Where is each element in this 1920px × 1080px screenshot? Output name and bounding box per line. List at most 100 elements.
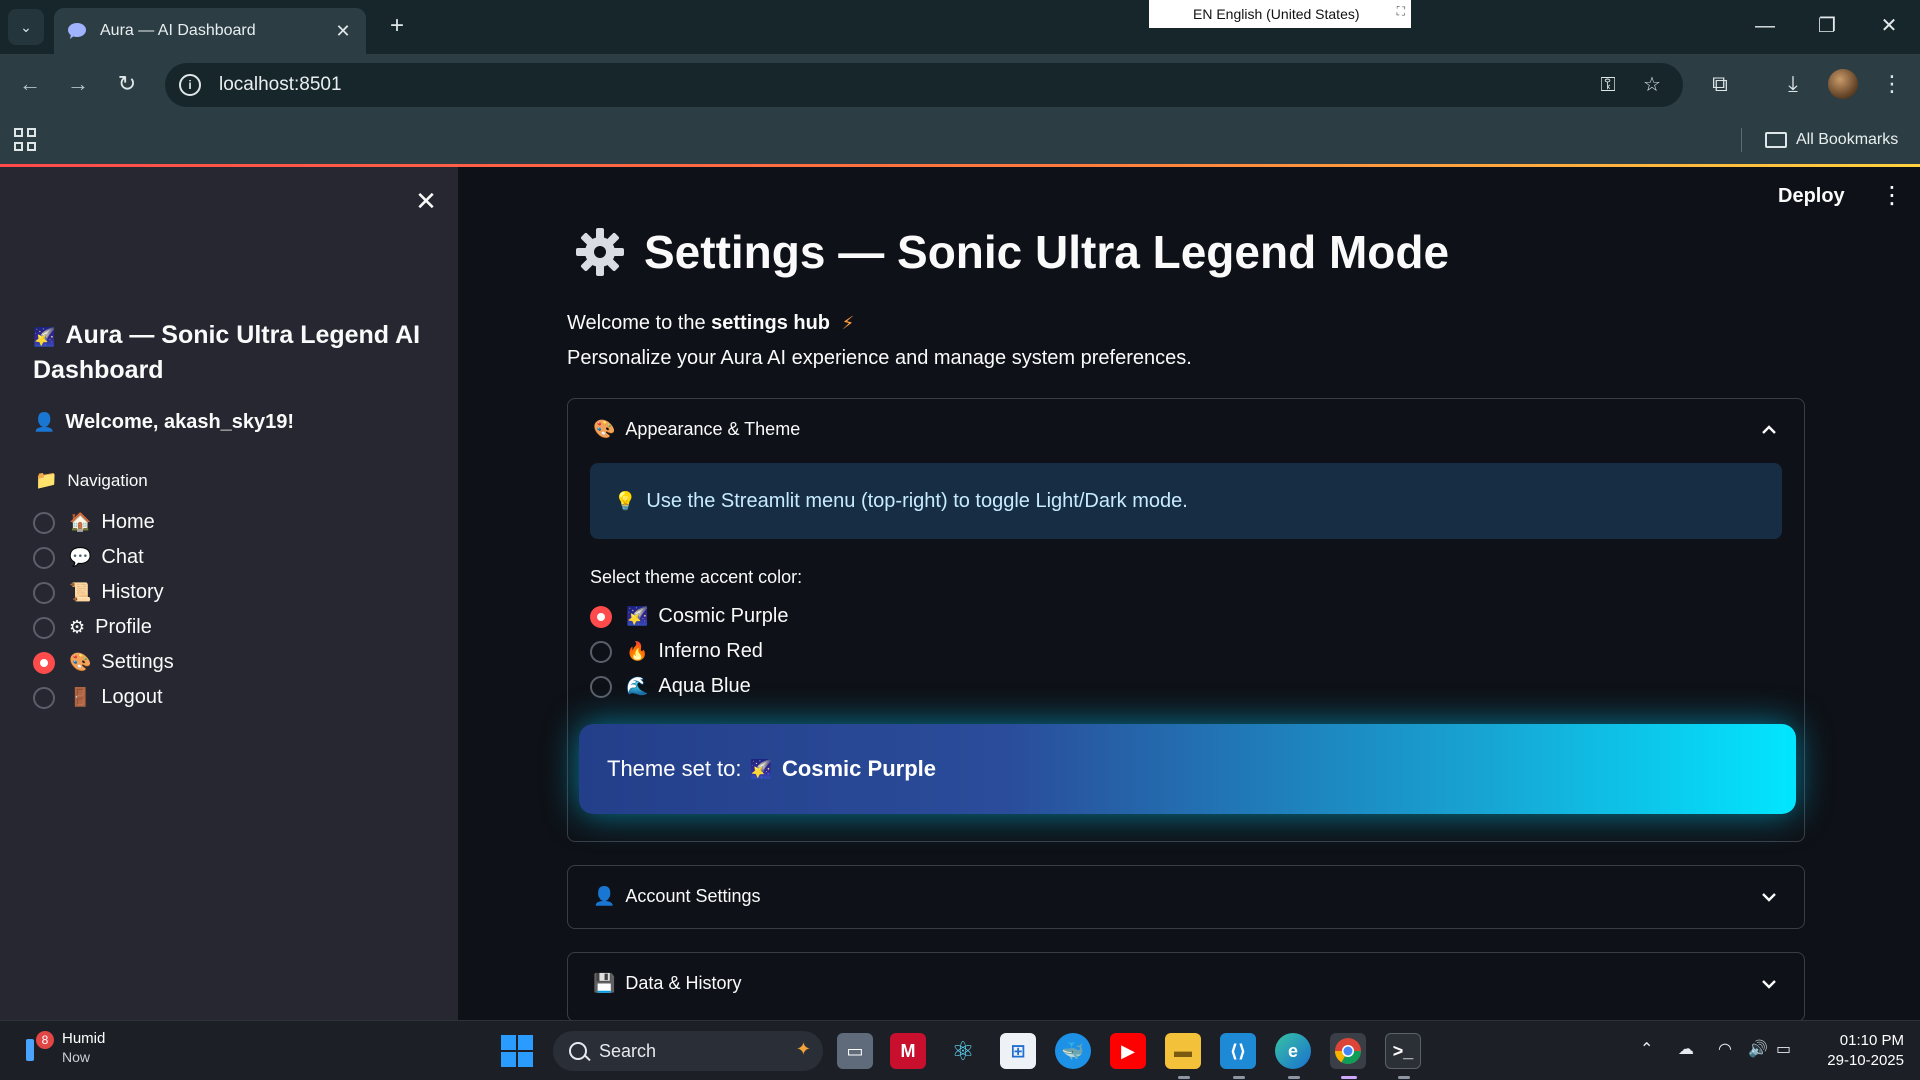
intro-line-2: Personalize your Aura AI experience and … xyxy=(567,347,1192,369)
restore-button[interactable]: ❐ xyxy=(1813,12,1841,40)
radio-button[interactable] xyxy=(590,640,612,663)
floppy-disk-icon: 💾 xyxy=(593,973,616,994)
radio-button[interactable] xyxy=(33,511,55,534)
forward-button[interactable]: → xyxy=(62,68,94,100)
vscode-icon[interactable]: ⟨⟩ xyxy=(1220,1033,1256,1069)
address-bar[interactable]: i localhost:8501 ⚿ ☆ xyxy=(165,63,1683,107)
chrome-icon[interactable] xyxy=(1330,1033,1366,1069)
reload-button[interactable]: ↻ xyxy=(111,68,143,100)
deploy-button[interactable]: Deploy xyxy=(1778,185,1845,208)
radio-button[interactable] xyxy=(33,616,55,639)
weather-badge: 8 xyxy=(36,1031,54,1049)
theme-result-banner: Theme set to: 🌠 Cosmic Purple xyxy=(579,724,1796,814)
palette-icon: 🎨 xyxy=(69,652,92,673)
sidebar-close-icon[interactable]: ✕ xyxy=(410,185,442,217)
navigation-label: 📁 Navigation xyxy=(35,470,148,491)
all-bookmarks-button[interactable]: All Bookmarks xyxy=(1765,128,1898,152)
nav-item-label: Logout xyxy=(101,686,163,708)
windows-start-icon[interactable] xyxy=(501,1035,533,1067)
edge-icon[interactable]: e xyxy=(1275,1033,1311,1069)
password-key-icon[interactable]: ⚿ xyxy=(1593,70,1623,100)
appearance-expander-header[interactable]: 🎨 Appearance & Theme xyxy=(593,419,800,440)
nav-item-label: Settings xyxy=(101,651,174,673)
docker-icon[interactable]: 🐳 xyxy=(1055,1033,1091,1069)
running-indicator xyxy=(1288,1076,1300,1079)
radio-button-selected[interactable] xyxy=(33,651,55,674)
user-icon: 👤 xyxy=(593,886,616,907)
terminal-icon[interactable]: >_ xyxy=(1385,1033,1421,1069)
apps-grid-icon[interactable] xyxy=(14,128,38,152)
download-icon[interactable]: ⤓ xyxy=(1777,68,1809,100)
site-info-icon[interactable]: i xyxy=(179,74,201,96)
battery-icon[interactable]: ▭ xyxy=(1776,1039,1791,1059)
radio-button[interactable] xyxy=(33,686,55,709)
nav-item-profile[interactable]: ⚙ Profile xyxy=(33,610,174,645)
data-history-expander[interactable]: 💾 Data & History xyxy=(567,952,1805,1022)
chevron-up-icon[interactable] xyxy=(1760,421,1778,439)
accent-radio-group: 🌠 Cosmic Purple 🔥 Inferno Red 🌊 Aqua Blu… xyxy=(590,599,788,704)
nav-item-label: Profile xyxy=(95,616,152,638)
tab-close-icon[interactable]: ✕ xyxy=(332,21,354,42)
radio-button[interactable] xyxy=(33,581,55,604)
account-expander-header[interactable]: 👤 Account Settings xyxy=(593,886,761,907)
data-history-expander-header[interactable]: 💾 Data & History xyxy=(593,973,741,994)
sidebar: ✕ 🌠 Aura — Sonic Ultra Legend AI Dashboar… xyxy=(0,167,458,1020)
theme-option-aqua-blue[interactable]: 🌊 Aqua Blue xyxy=(590,669,788,704)
react-icon[interactable]: ⚛ xyxy=(945,1033,981,1069)
clock-time: 01:10 PM xyxy=(1839,1032,1904,1049)
streamlit-app: ✕ 🌠 Aura — Sonic Ultra Legend AI Dashboar… xyxy=(0,167,1920,1022)
language-indicator[interactable]: EN English (United States) ⛶ xyxy=(1149,0,1411,28)
language-label: EN English (United States) xyxy=(1193,6,1360,22)
tab-search-button[interactable]: ⌄ xyxy=(8,9,44,45)
radio-button-selected[interactable] xyxy=(590,605,612,628)
system-clock[interactable]: 01:10 PM 29-10-2025 xyxy=(1814,1031,1904,1071)
running-indicator xyxy=(1398,1076,1410,1079)
task-view-icon[interactable]: ▭ xyxy=(837,1033,873,1069)
nav-item-settings[interactable]: 🎨 Settings xyxy=(33,645,174,680)
page-title: Settings — Sonic Ultra Legend Mode xyxy=(574,225,1449,279)
window-close-button[interactable]: ✕ xyxy=(1875,12,1903,40)
nav-item-chat[interactable]: 💬 Chat xyxy=(33,540,174,575)
browser-tab-active[interactable]: Aura — AI Dashboard ✕ xyxy=(54,8,366,54)
mcafee-icon[interactable]: M xyxy=(890,1033,926,1069)
nav-item-logout[interactable]: 🚪 Logout xyxy=(33,680,174,715)
youtube-icon[interactable]: ▶ xyxy=(1110,1033,1146,1069)
house-icon: 🏠 xyxy=(69,512,92,533)
radio-button[interactable] xyxy=(590,675,612,698)
extensions-icon[interactable]: ⧉ xyxy=(1704,68,1736,100)
chevron-down-icon[interactable] xyxy=(1760,975,1778,993)
weather-widget[interactable]: 8 Humid Now xyxy=(22,1030,105,1066)
sidebar-title: 🌠 Aura — Sonic Ultra Legend AI Dashboard xyxy=(33,321,421,384)
chevron-down-icon[interactable] xyxy=(1760,888,1778,906)
user-icon: 👤 xyxy=(33,412,56,433)
profile-avatar[interactable] xyxy=(1828,69,1858,99)
microsoft-store-icon[interactable]: ⊞ xyxy=(1000,1033,1036,1069)
wifi-icon[interactable]: ◠ xyxy=(1718,1039,1732,1059)
radio-button[interactable] xyxy=(33,546,55,569)
info-alert: 💡 Use the Streamlit menu (top-right) to … xyxy=(590,463,1782,539)
nav-item-label: History xyxy=(101,581,164,603)
file-explorer-icon[interactable]: ▬ xyxy=(1165,1033,1201,1069)
appearance-expander: 🎨 Appearance & Theme 💡 Use the Streamlit… xyxy=(567,398,1805,842)
lightbulb-icon: 💡 xyxy=(614,490,637,512)
taskbar-search[interactable]: Search ✦ xyxy=(553,1031,823,1071)
search-highlight-icon: ✦ xyxy=(795,1039,811,1059)
browser-menu-icon[interactable]: ⋮ xyxy=(1876,68,1908,100)
minimize-button[interactable]: — xyxy=(1751,12,1779,40)
theme-option-inferno-red[interactable]: 🔥 Inferno Red xyxy=(590,634,788,669)
navigation-radio-group: 🏠 Home 💬 Chat 📜 History ⚙ Profile 🎨 Sett… xyxy=(33,505,174,715)
chevron-up-icon[interactable]: ⌃ xyxy=(1640,1039,1653,1059)
volume-icon[interactable]: 🔊 xyxy=(1748,1039,1768,1059)
expander-title: Account Settings xyxy=(625,886,761,906)
account-settings-expander[interactable]: 👤 Account Settings xyxy=(567,865,1805,929)
nav-item-history[interactable]: 📜 History xyxy=(33,575,174,610)
main-menu-icon[interactable]: ⋮ xyxy=(1880,181,1904,210)
cloud-icon[interactable]: ☁ xyxy=(1678,1039,1694,1059)
nav-item-home[interactable]: 🏠 Home xyxy=(33,505,174,540)
shooting-star-icon: 🌠 xyxy=(749,758,772,780)
shooting-star-icon: 🌠 xyxy=(626,606,649,627)
bookmark-star-icon[interactable]: ☆ xyxy=(1637,70,1667,100)
theme-option-cosmic-purple[interactable]: 🌠 Cosmic Purple xyxy=(590,599,788,634)
back-button[interactable]: ← xyxy=(14,68,46,100)
new-tab-button[interactable]: + xyxy=(383,13,411,41)
